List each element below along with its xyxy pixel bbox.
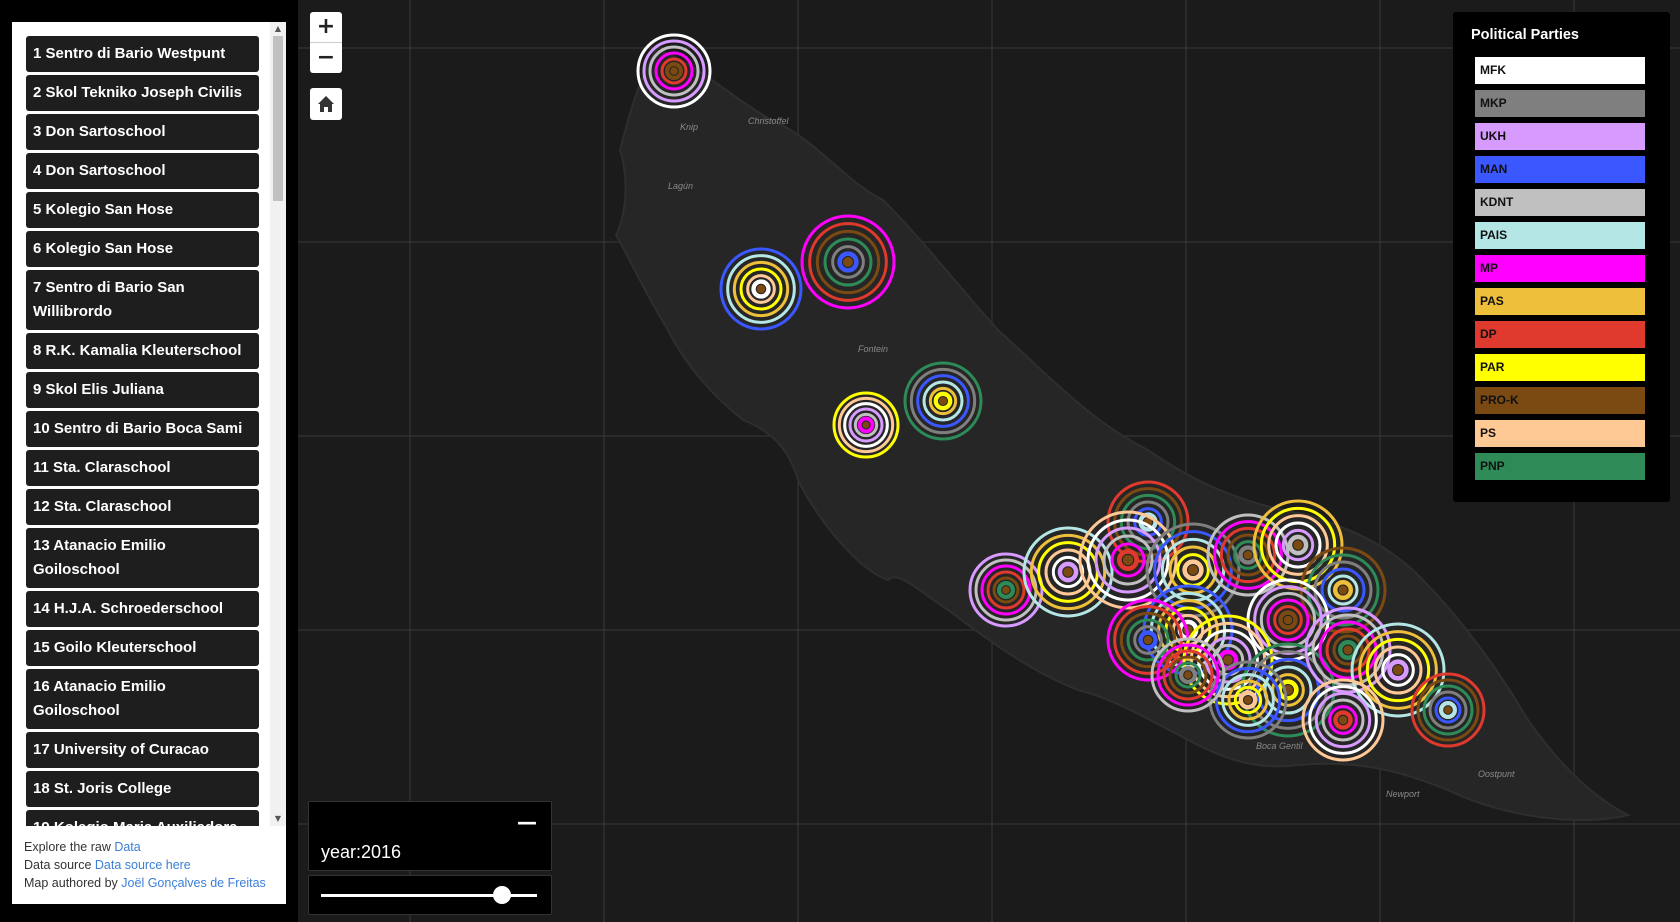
list-item[interactable]: 8 R.K. Kamalia Kleuterschool [26, 333, 259, 369]
list-item[interactable]: 6 Kolegio San Hose [26, 231, 259, 267]
place-label: Oostpunt [1478, 769, 1515, 779]
map[interactable]: Christoffel Knip Lagún Fontein Boca Gentil Oo… [298, 0, 1680, 922]
list-item[interactable]: 1 Sentro di Bario Westpunt [26, 36, 259, 72]
place-label: Christoffel [748, 116, 790, 126]
marker-core [1142, 634, 1154, 646]
marker-core [861, 420, 871, 430]
legend-item: PAR [1475, 354, 1645, 381]
polling-station-marker[interactable] [1301, 678, 1385, 762]
scroll-thumb[interactable] [273, 36, 283, 201]
legend-item: PNP [1475, 453, 1645, 480]
polling-station-marker[interactable] [1150, 637, 1226, 713]
marker-core [1282, 614, 1294, 626]
marker-core [1186, 563, 1200, 577]
list-item[interactable]: 14 H.J.A. Schroederschool [26, 591, 259, 627]
scroll-down-icon[interactable]: ▼ [270, 812, 286, 826]
home-icon [318, 96, 334, 112]
collapse-button[interactable]: — [517, 810, 537, 834]
credits-panel: Explore the raw Data Data source Data so… [12, 826, 286, 904]
home-button[interactable] [310, 88, 342, 120]
polling-station-marker[interactable] [1246, 578, 1330, 662]
legend-item: MFK [1475, 57, 1645, 84]
scroll-up-icon[interactable]: ▲ [270, 22, 286, 36]
marker-core [1183, 670, 1193, 680]
list-item[interactable]: 4 Don Sartoschool [26, 153, 259, 189]
list-item[interactable]: 7 Sentro di Bario San Willibrordo [26, 270, 259, 330]
marker-core [1391, 663, 1405, 677]
marker-core [669, 66, 679, 76]
list-item[interactable]: 15 Goilo Kleuterschool [26, 630, 259, 666]
polling-station-marker[interactable] [903, 361, 983, 441]
marker-core [937, 395, 949, 407]
marker-core [1342, 644, 1354, 656]
marker-core [755, 283, 767, 295]
year-slider[interactable] [308, 875, 552, 915]
legend-item: KDNT [1475, 189, 1645, 216]
year-label: year:2016 [321, 842, 402, 862]
data-source-link[interactable]: Data source here [95, 858, 191, 872]
data-link[interactable]: Data [114, 840, 140, 854]
marker-core [1242, 549, 1254, 561]
zoom-out-button[interactable]: − [310, 42, 342, 73]
marker-core [1121, 553, 1135, 567]
polling-station-marker[interactable] [636, 33, 712, 109]
list-item[interactable]: 5 Kolegio San Hose [26, 192, 259, 228]
legend-item: PRO-K [1475, 387, 1645, 414]
place-label: Lagún [668, 181, 693, 191]
credits-text: Explore the raw [24, 840, 115, 854]
legend-item: DP [1475, 321, 1645, 348]
list-item[interactable]: 9 Skol Elis Juliana [26, 372, 259, 408]
polling-station-list[interactable]: 1 Sentro di Bario Westpunt 2 Skol Tekniko… [12, 22, 286, 826]
list-item[interactable]: 18 St. Joris College [26, 771, 259, 807]
legend-item: MAN [1475, 156, 1645, 183]
list-item[interactable]: 17 University of Curacao [26, 732, 259, 768]
list-item[interactable]: 16 Atanacio Emilio Goiloschool [26, 669, 259, 729]
list-item[interactable]: 19 Kolegio Maria Auxiliadora [26, 810, 259, 826]
legend-item: PS [1475, 420, 1645, 447]
slider-handle[interactable] [493, 886, 512, 904]
list-item[interactable]: 13 Atanacio Emilio Goiloschool [26, 528, 259, 588]
legend-title: Political Parties [1471, 27, 1579, 43]
legend: Political Parties MFK MKP UKH MAN KDNT PAIS MP… [1453, 12, 1670, 502]
marker-core [1337, 584, 1349, 596]
polling-station-marker[interactable] [1208, 660, 1288, 740]
marker-core [1222, 654, 1234, 666]
scrollbar[interactable]: ▲ ▼ [270, 22, 286, 826]
polling-station-marker[interactable] [832, 391, 900, 459]
legend-item: MKP [1475, 90, 1645, 117]
polling-station-marker[interactable] [1410, 672, 1486, 748]
list-item[interactable]: 2 Skol Tekniko Joseph Civilis [26, 75, 259, 111]
marker-core [841, 255, 855, 269]
place-label: Newport [1386, 789, 1420, 799]
marker-core [1337, 714, 1349, 726]
place-label: Fontein [858, 344, 888, 354]
legend-item: MP [1475, 255, 1645, 282]
credits-text: Map authored by [24, 876, 122, 890]
polling-station-marker[interactable] [719, 247, 803, 331]
marker-core [1001, 585, 1011, 595]
legend-item: PAS [1475, 288, 1645, 315]
marker-core [1292, 539, 1304, 551]
sidebar: 1 Sentro di Bario Westpunt 2 Skol Tekniko… [0, 0, 298, 922]
year-panel: — year:2016 [308, 801, 552, 871]
list-item[interactable]: 11 Sta. Claraschool [26, 450, 259, 486]
zoom-in-button[interactable]: + [310, 12, 342, 42]
station-list: 1 Sentro di Bario Westpunt 2 Skol Tekniko… [26, 36, 259, 826]
legend-item: UKH [1475, 123, 1645, 150]
place-label: Boca Gentil [1256, 741, 1304, 751]
marker-core [1443, 705, 1453, 715]
list-item[interactable]: 12 Sta. Claraschool [26, 489, 259, 525]
zoom-control: + − [310, 12, 342, 73]
legend-item: PAIS [1475, 222, 1645, 249]
marker-core [1062, 566, 1074, 578]
place-label: Knip [680, 122, 698, 132]
credits-text: Data source [24, 858, 95, 872]
marker-core [1242, 694, 1254, 706]
list-item[interactable]: 3 Don Sartoschool [26, 114, 259, 150]
author-link[interactable]: Joël Gonçalves de Freitas [121, 876, 266, 890]
list-item[interactable]: 10 Sentro di Bario Boca Sami [26, 411, 259, 447]
